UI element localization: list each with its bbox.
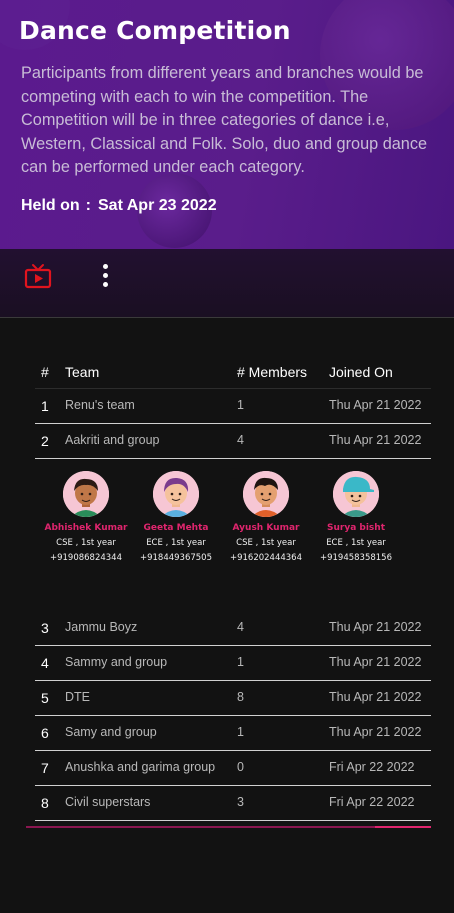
row-members: 4 [237,433,244,447]
member-info: ECE , 1st year [146,538,206,548]
row-team: Samy and group [65,725,157,739]
member-card: Ayush Kumar CSE , 1st year +916202444364 [221,471,311,563]
header-team: Team [65,364,100,380]
header-joined: Joined On [329,364,393,380]
row-team: Renu's team [65,398,135,412]
header-num: # [41,364,49,380]
row-num: 7 [41,760,49,776]
table-row[interactable]: 7 Anushka and garima group 0 Fri Apr 22 … [35,751,431,786]
table-header: # Team # Members Joined On [35,356,431,389]
member-info: CSE , 1st year [56,538,116,548]
row-members: 3 [237,795,244,809]
row-joined: Thu Apr 21 2022 [329,620,422,634]
row-members: 0 [237,760,244,774]
row-num: 8 [41,795,49,811]
member-avatar [63,471,109,517]
table-row[interactable]: 4 Sammy and group 1 Thu Apr 21 2022 [35,646,431,681]
member-phone: +919458358156 [319,553,393,563]
row-num: 5 [41,690,49,706]
table-row[interactable]: 6 Samy and group 1 Thu Apr 21 2022 [35,716,431,751]
toolbar [0,249,454,318]
row-joined: Fri Apr 22 2022 [329,760,415,774]
member-avatar [153,471,199,517]
scroll-indicator-thumb[interactable] [375,826,431,828]
row-num: 6 [41,725,49,741]
table-row[interactable]: 1 Renu's team 1 Thu Apr 21 2022 [35,389,431,424]
row-joined: Fri Apr 22 2022 [329,795,415,809]
member-name: Geeta Mehta [143,523,209,533]
table-row[interactable]: 5 DTE 8 Thu Apr 21 2022 [35,681,431,716]
row-members: 1 [237,725,244,739]
table-row[interactable]: 3 Jammu Boyz 4 Thu Apr 21 2022 [35,611,431,646]
event-description: Participants from different years and br… [21,64,428,176]
row-team: Civil superstars [65,795,151,809]
row-num: 4 [41,655,49,671]
team-members-panel: Abhishek Kumar CSE , 1st year +919086824… [35,459,431,611]
row-joined: Thu Apr 21 2022 [329,725,422,739]
held-separator: : [85,197,91,214]
row-team: Jammu Boyz [65,620,138,634]
row-members: 1 [237,398,244,412]
row-team: Anushka and garima group [65,760,216,774]
row-team: Sammy and group [65,655,168,669]
member-phone: +919086824344 [49,553,123,563]
row-joined: Thu Apr 21 2022 [329,398,422,412]
teams-table: # Team # Members Joined On 1 Renu's team… [35,356,431,821]
event-hero: Dance Competition Participants from diff… [0,0,454,249]
tv-icon[interactable] [24,262,52,290]
held-label: Held on [21,197,80,214]
member-phone: +918449367505 [139,553,213,563]
table-row[interactable]: 2 Aakriti and group 4 Thu Apr 21 2022 [35,424,431,459]
row-team: DTE [65,690,90,704]
row-members: 8 [237,690,244,704]
row-num: 3 [41,620,49,636]
member-name: Ayush Kumar [232,523,300,533]
member-info: CSE , 1st year [236,538,296,548]
row-members: 4 [237,620,244,634]
member-card: Geeta Mehta ECE , 1st year +918449367505 [131,471,221,563]
member-name: Abhishek Kumar [44,523,128,533]
kebab-menu-icon[interactable] [97,262,113,290]
row-num: 2 [41,433,49,449]
table-row[interactable]: 8 Civil superstars 3 Fri Apr 22 2022 [35,786,431,821]
member-avatar [243,471,289,517]
row-members: 1 [237,655,244,669]
event-title: Dance Competition [19,16,291,45]
event-date: Held on: Sat Apr 23 2022 [21,197,217,215]
member-name: Surya bisht [327,523,385,533]
row-num: 1 [41,398,49,414]
row-joined: Thu Apr 21 2022 [329,433,422,447]
held-date: Sat Apr 23 2022 [98,197,217,214]
header-members: # Members [237,364,308,380]
member-card: Abhishek Kumar CSE , 1st year +919086824… [41,471,131,563]
member-info: ECE , 1st year [326,538,386,548]
member-avatar [333,471,379,517]
scroll-indicator[interactable] [26,826,431,828]
member-card: Surya bisht ECE , 1st year +919458358156 [311,471,401,563]
member-phone: +916202444364 [229,553,303,563]
row-joined: Thu Apr 21 2022 [329,655,422,669]
row-joined: Thu Apr 21 2022 [329,690,422,704]
row-team: Aakriti and group [65,433,160,447]
